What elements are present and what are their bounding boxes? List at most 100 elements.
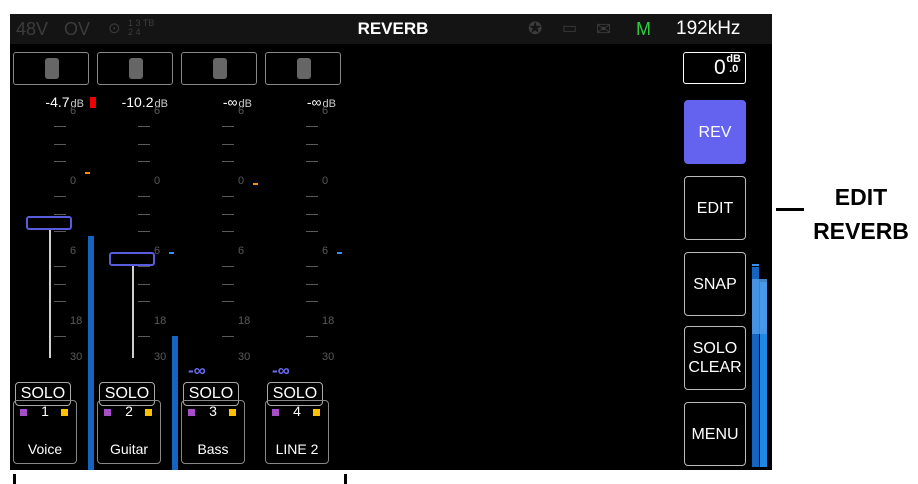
scale-label: 0	[238, 175, 245, 187]
scale-tick	[138, 231, 150, 232]
menu-button[interactable]: MENU	[684, 402, 746, 466]
scale-label: 6	[154, 105, 161, 117]
master-level-unit: dB .0	[726, 54, 741, 75]
usb-icon: ✪	[528, 19, 543, 38]
scale-label: 6	[322, 105, 329, 117]
callout-line	[776, 208, 804, 211]
fader-track	[132, 262, 134, 358]
status-bar: 48V OV ⊙ 1 3 TB 2 4 REVERB ✪ ▭ ✉ M 192kH…	[10, 14, 772, 44]
pan-knob-handle	[129, 58, 143, 79]
scale-tick	[54, 283, 66, 285]
channel-name: LINE 2	[275, 441, 319, 457]
solo-clear-line-2: CLEAR	[688, 359, 742, 376]
scale-tick	[222, 126, 234, 127]
input-led	[145, 409, 152, 416]
channel-select-3[interactable]: 3 Bass	[181, 400, 245, 464]
channel-select-2[interactable]: 2 Guitar	[97, 400, 161, 464]
scale-tick	[306, 231, 318, 232]
scale-tick	[306, 283, 318, 285]
master-meter-highlight	[752, 279, 767, 334]
sample-rate: 192kHz	[676, 18, 741, 39]
scale-tick	[306, 213, 318, 215]
input-led	[229, 409, 236, 416]
phantom-power-indicator: 48V	[16, 19, 49, 39]
page-title: REVERB	[357, 19, 429, 38]
input-led	[61, 409, 68, 416]
master-meter-peak	[752, 264, 759, 266]
snap-button[interactable]: SNAP	[684, 252, 746, 316]
edit-button[interactable]: EDIT	[684, 176, 746, 240]
scale-label: 30	[322, 351, 335, 363]
scale-tick	[222, 266, 234, 267]
pan-knob-handle	[297, 58, 311, 79]
channel-select-1[interactable]: 1 Voice	[13, 400, 77, 464]
scale-tick	[306, 143, 318, 145]
peak-marker	[85, 172, 90, 174]
scale-tick	[306, 161, 318, 162]
scale-tick	[54, 143, 66, 145]
scale-tick	[138, 213, 150, 215]
scale-label: 18	[154, 315, 167, 327]
scale-label: 6	[238, 105, 245, 117]
scale-label: 6	[70, 105, 77, 117]
scale-tick	[138, 161, 150, 162]
callout-label: EDIT REVERB	[806, 180, 916, 248]
pan-knob[interactable]	[13, 52, 89, 85]
channel-name: Guitar	[109, 441, 149, 457]
channel-level-value: -10.2	[121, 94, 154, 110]
scale-tick	[306, 266, 318, 267]
scale-label: 30	[238, 351, 251, 363]
scale-tick	[222, 336, 234, 337]
scale-tick	[222, 196, 234, 197]
scale-tick	[138, 196, 150, 197]
channel-name: Voice	[27, 441, 63, 457]
channel-level-value: -∞	[306, 94, 322, 110]
solo-clear-button[interactable]: SOLO CLEAR	[684, 326, 746, 390]
scale-tick	[54, 301, 66, 302]
scale-tick	[54, 213, 66, 215]
scale-label: 0	[154, 175, 161, 187]
scale-tick	[138, 266, 150, 267]
pan-knob-handle	[45, 58, 59, 79]
callout-line-1: EDIT	[834, 184, 888, 210]
channel-select-4[interactable]: 4 LINE 2	[265, 400, 329, 464]
master-unit-bottom: .0	[729, 63, 739, 75]
scale-tick	[138, 143, 150, 145]
scale-tick	[138, 336, 150, 337]
routing-bottom: 2 4	[128, 27, 141, 37]
scale-tick	[222, 213, 234, 215]
scale-tick	[54, 126, 66, 127]
scale-tick	[54, 336, 66, 337]
phantom-icon: ⊙	[108, 20, 121, 37]
scale-label: 18	[238, 315, 251, 327]
scale-tick	[306, 126, 318, 127]
scale-tick	[54, 266, 66, 267]
pan-knob[interactable]	[265, 52, 341, 85]
fader-thumb[interactable]	[109, 252, 155, 266]
solo-clear-line-1: SOLO	[692, 340, 738, 357]
channel-level-value: -4.7	[45, 94, 70, 110]
scale-tick	[54, 231, 66, 232]
scale-tick	[222, 143, 234, 145]
channel-strip-4: -∞dB 6 0 6 18 30 -∞ SOLO 4 LINE 2	[262, 44, 344, 470]
scale-tick	[138, 126, 150, 127]
fader-track	[49, 226, 51, 358]
scale-tick	[222, 283, 234, 285]
fader-infinity: -∞	[272, 361, 290, 380]
scale-label: 18	[322, 315, 335, 327]
master-level-value: 0	[714, 56, 726, 79]
fader-infinity: -∞	[188, 361, 206, 380]
channel-strip-2: -10.2dB 6 0 6 18 30 SOLO 2 Guitar	[94, 44, 178, 470]
scale-tick	[54, 196, 66, 197]
midi-indicator: M	[636, 19, 651, 39]
pan-knob[interactable]	[97, 52, 173, 85]
bracket-left	[13, 474, 16, 484]
pan-knob[interactable]	[181, 52, 257, 85]
callout-line-2: REVERB	[813, 218, 909, 244]
channel-strip-3: -∞dB 6 0 6 18 30 -∞ SOLO 3 Bass	[178, 44, 260, 470]
mixer-screen: 48V OV ⊙ 1 3 TB 2 4 REVERB ✪ ▭ ✉ M 192kH…	[10, 14, 772, 470]
master-level-display[interactable]: 0 dB .0	[683, 52, 746, 84]
rev-button[interactable]: REV	[684, 100, 746, 164]
fader-thumb[interactable]	[26, 216, 72, 230]
channel-strip-1: -4.7dB 6 0 6 18 30 SOLO 1 Voice	[10, 44, 96, 470]
